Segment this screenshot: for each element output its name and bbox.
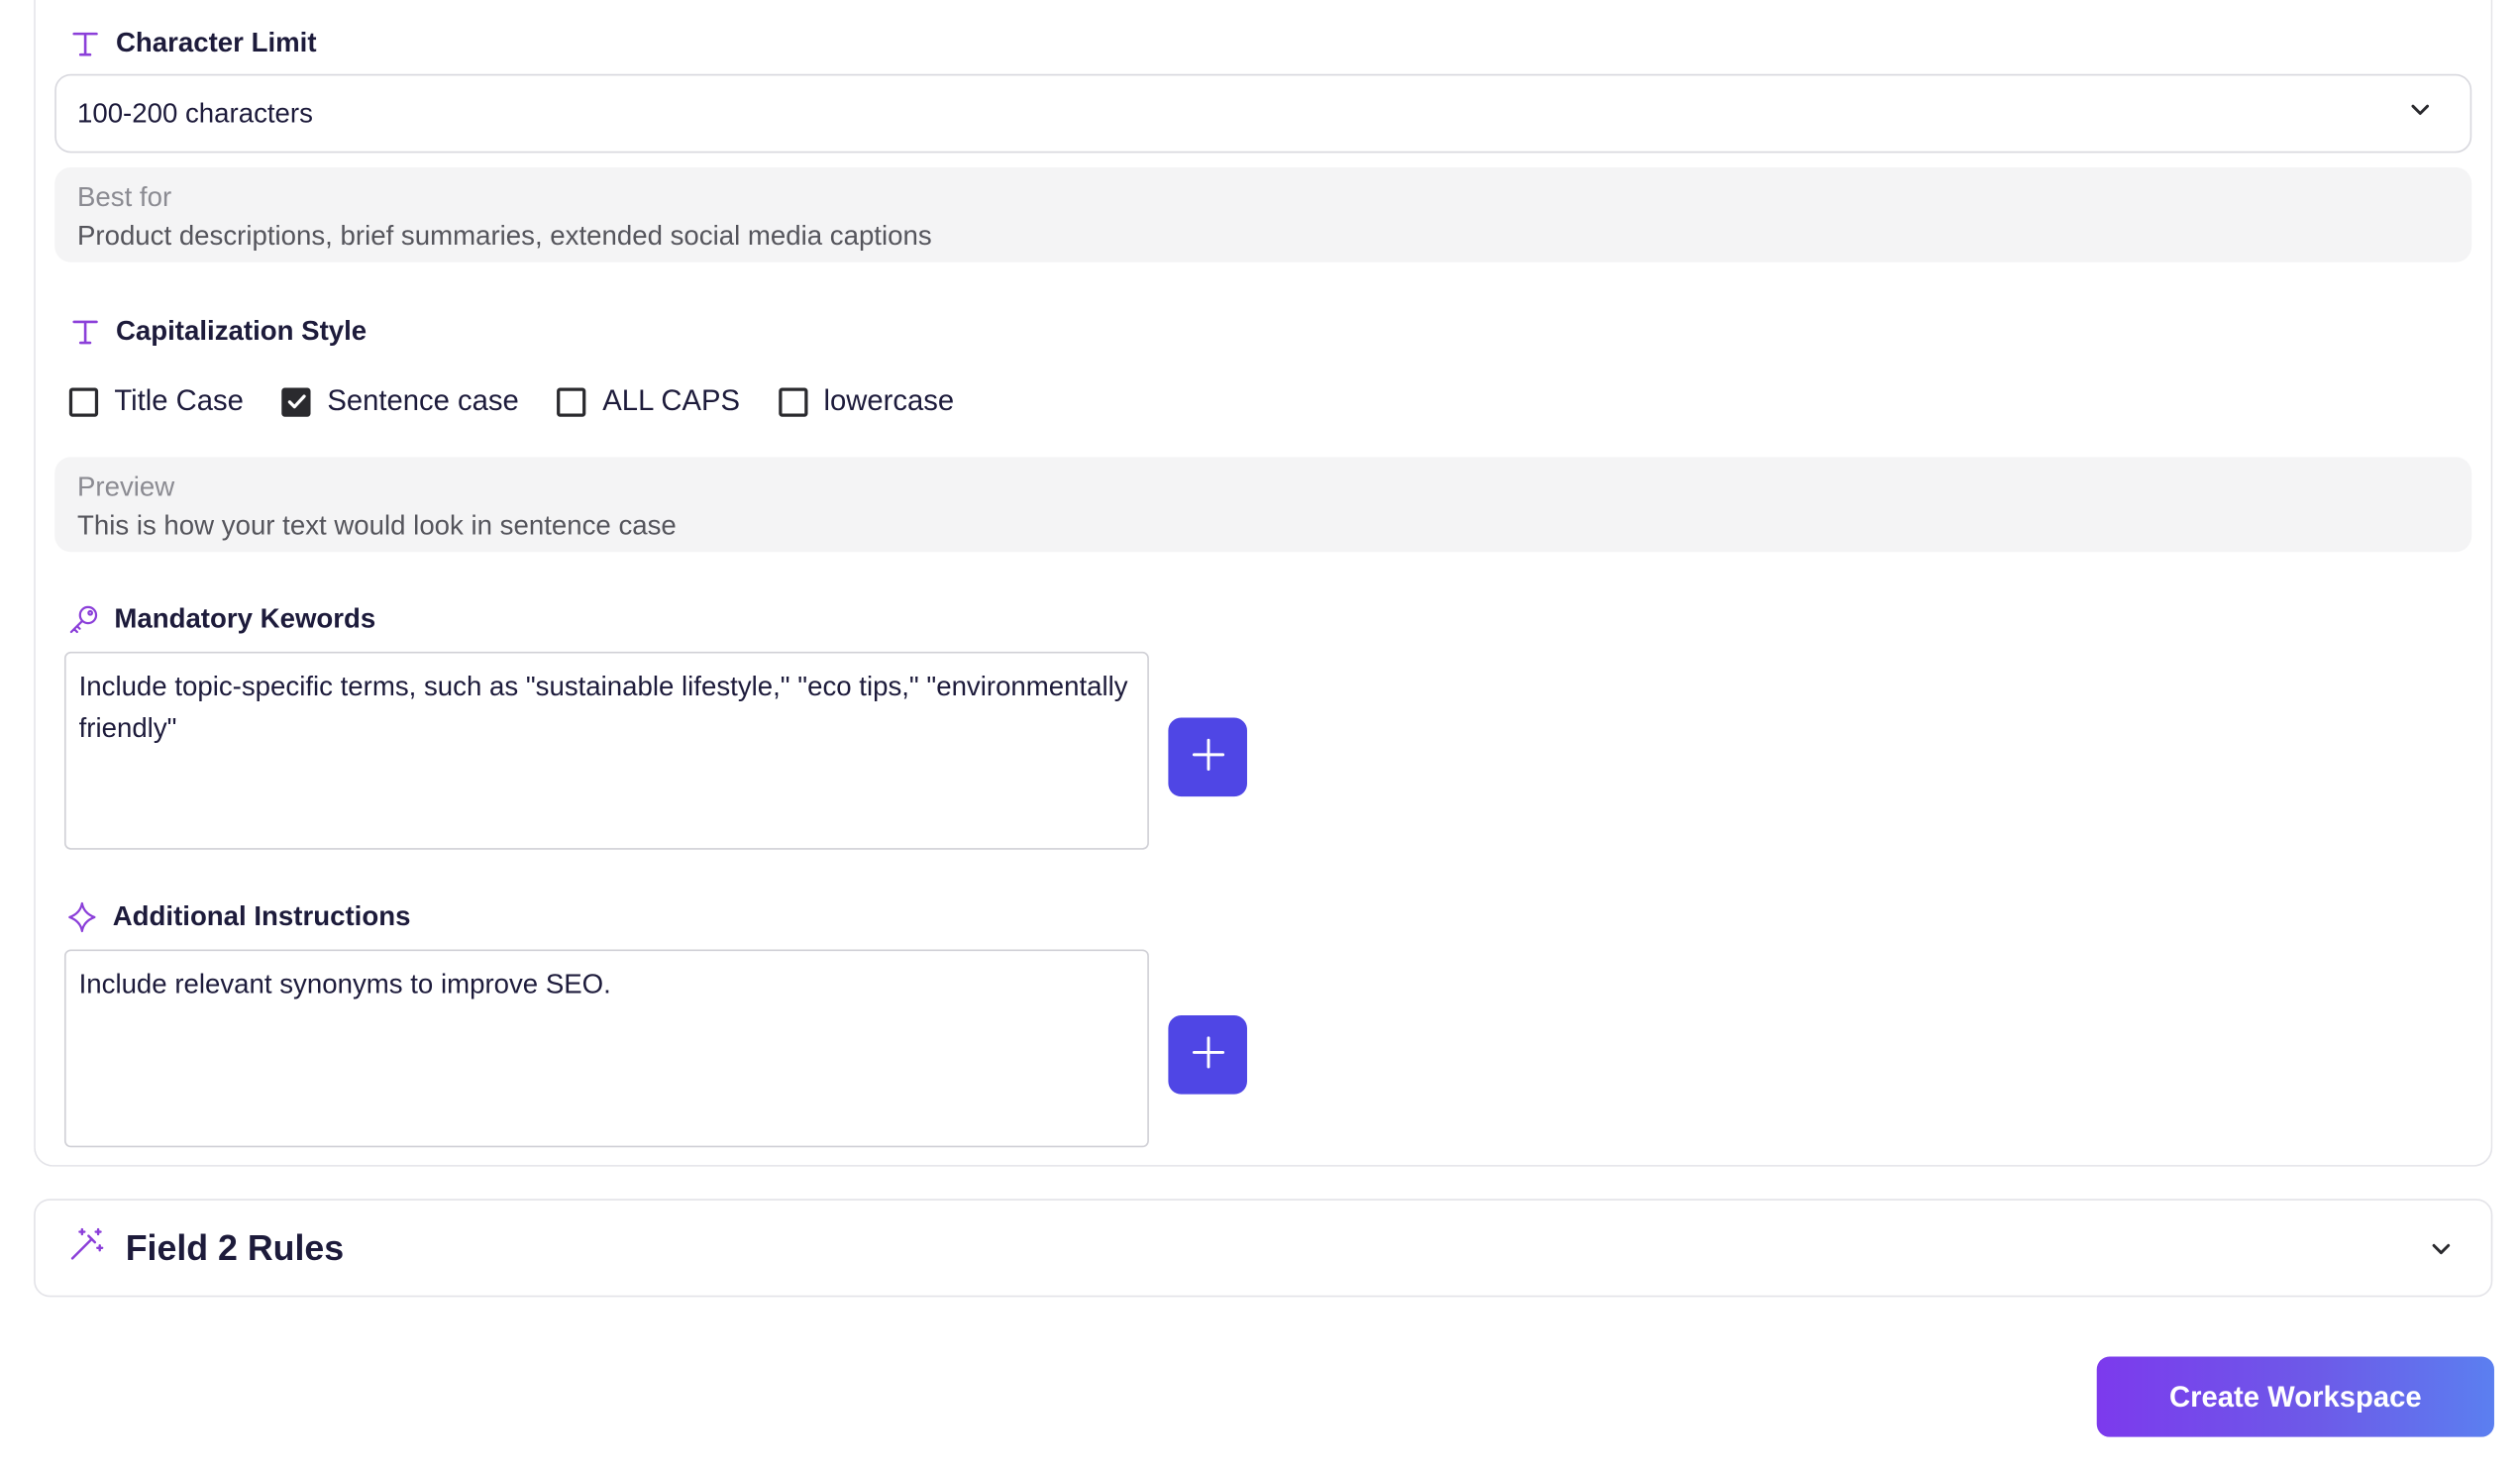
add-keyword-button[interactable] xyxy=(1168,717,1247,797)
preview-text: This is how your text would look in sent… xyxy=(76,509,677,541)
instructions-label: Additional Instructions xyxy=(66,900,411,933)
chevron-down-icon xyxy=(2406,95,2435,132)
checkbox[interactable] xyxy=(557,386,587,416)
key-icon xyxy=(67,603,99,635)
type-icon xyxy=(69,28,101,59)
magic-wand-icon xyxy=(67,1223,106,1272)
option-all-caps[interactable]: ALL CAPS xyxy=(557,384,741,418)
preview-label: Preview xyxy=(76,471,175,502)
add-instruction-button[interactable] xyxy=(1168,1015,1247,1095)
option-label: ALL CAPS xyxy=(602,384,741,417)
instructions-input[interactable]: Include relevant synonyms to improve SEO… xyxy=(63,949,1149,1148)
accordion-header: Field 2 Rules xyxy=(67,1223,344,1272)
sparkle-icon xyxy=(66,901,98,933)
option-sentence-case[interactable]: Sentence case xyxy=(281,384,519,418)
character-limit-title: Character Limit xyxy=(115,27,317,58)
option-lowercase[interactable]: lowercase xyxy=(779,384,954,418)
character-limit-select[interactable]: 100-200 characters xyxy=(54,73,2472,154)
keywords-title: Mandatory Kewords xyxy=(114,603,376,635)
best-for-text: Product descriptions, brief summaries, e… xyxy=(76,220,932,252)
best-for-info: Best for Product descriptions, brief sum… xyxy=(54,166,2472,262)
option-label: lowercase xyxy=(823,384,955,417)
option-label: Title Case xyxy=(114,384,244,417)
workspace-form: Character Limit 100-200 characters Best … xyxy=(0,0,2520,1468)
character-limit-label: Character Limit xyxy=(69,28,317,59)
type-icon xyxy=(69,315,101,347)
option-label: Sentence case xyxy=(327,384,519,417)
chevron-down-icon xyxy=(2432,1243,2451,1254)
plus-icon xyxy=(1190,1035,1225,1076)
keywords-input[interactable]: Include topic-specific terms, such as "s… xyxy=(63,651,1149,850)
character-limit-value: 100-200 characters xyxy=(76,97,313,129)
instructions-title: Additional Instructions xyxy=(112,900,411,932)
checkbox[interactable] xyxy=(281,386,312,416)
capitalization-options: Title Case Sentence case ALL CAPS lowerc… xyxy=(68,384,954,418)
capitalization-label: Capitalization Style xyxy=(69,315,367,347)
option-title-case[interactable]: Title Case xyxy=(68,384,244,418)
preview-info: Preview This is how your text would look… xyxy=(54,457,2472,553)
best-for-label: Best for xyxy=(76,181,172,213)
field-2-rules-accordion[interactable]: Field 2 Rules xyxy=(34,1199,2493,1298)
keywords-label: Mandatory Kewords xyxy=(67,603,375,635)
capitalization-title: Capitalization Style xyxy=(115,315,368,347)
create-workspace-button[interactable]: Create Workspace xyxy=(2096,1356,2494,1437)
accordion-title: Field 2 Rules xyxy=(125,1226,345,1268)
checkbox[interactable] xyxy=(779,386,808,416)
plus-icon xyxy=(1190,737,1225,778)
checkbox[interactable] xyxy=(68,386,99,416)
